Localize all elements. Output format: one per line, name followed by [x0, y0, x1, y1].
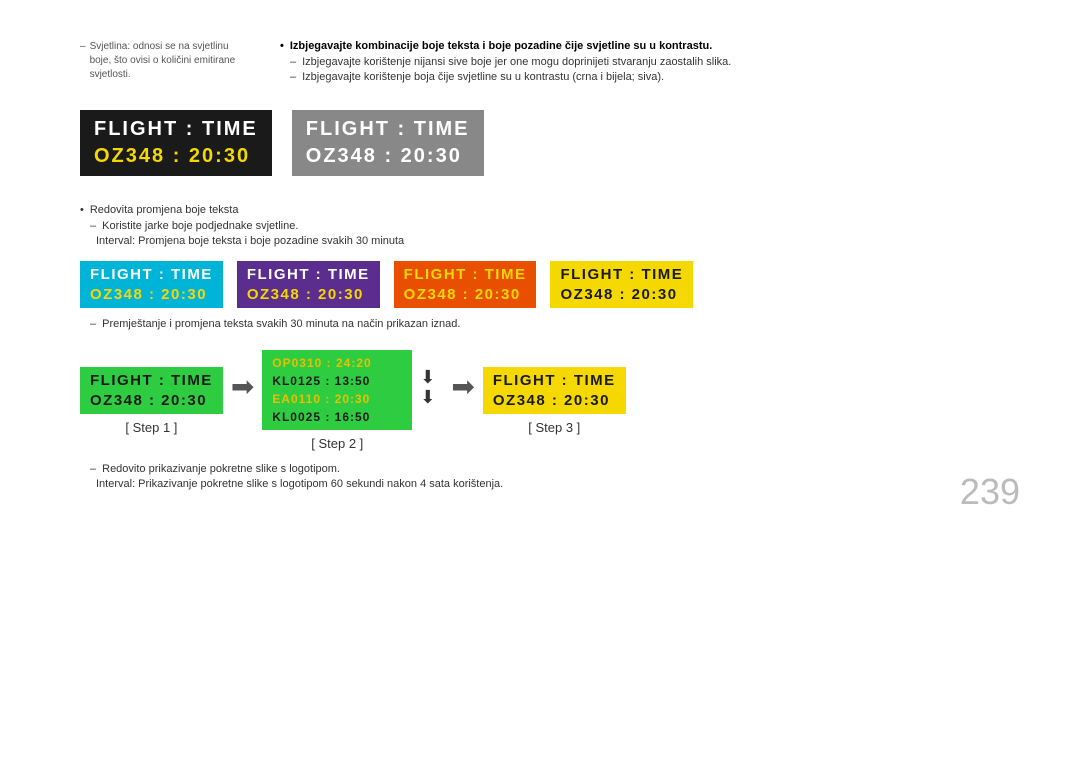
display-gray-row1: FLIGHT : TIME: [306, 118, 470, 141]
side-note-text: Svjetlina: odnosi se na svjetlinu boje, …: [90, 40, 240, 82]
display-gray-box: FLIGHT : TIME OZ348 : 20:30: [292, 110, 484, 176]
display-black-row1: FLIGHT : TIME: [94, 118, 258, 141]
step2-block: OP0310 : 24:20 KL0125 : 13:50 EA0110 : 2…: [262, 350, 412, 451]
page-number: 239: [960, 471, 1020, 513]
display-cyan-row2: OZ348 : 20:30: [90, 286, 213, 303]
bottom-note-2: Interval: Prikazivanje pokretne slike s …: [80, 478, 1000, 490]
bullet-s2-1: • Redovita promjena boje teksta: [80, 204, 1000, 216]
step3-row1: FLIGHT : TIME: [493, 372, 616, 389]
note-premjestanje-text: Premještanje i promjena teksta svakih 30…: [102, 318, 460, 330]
dash-s2-1: – Koristite jarke boje podjednake svjetl…: [80, 220, 1000, 232]
dash-2-icon: –: [290, 71, 296, 83]
dash-1-icon: –: [290, 56, 296, 68]
bottom-text1: Redovito prikazivanje pokretne slike s l…: [102, 463, 340, 475]
side-note: – Svjetlina: odnosi se na svjetlinu boje…: [80, 40, 240, 86]
dash-2-text: Izbjegavajte korištenje boja čije svjetl…: [302, 71, 664, 83]
arrow-3-icon: ➡: [451, 370, 474, 403]
multicolor-display-row: FLIGHT : TIME OZ348 : 20:30 FLIGHT : TIM…: [80, 261, 1000, 308]
dash-s2-2: Interval: Promjena boje teksta i boje po…: [80, 235, 1000, 247]
dash-s2-icon: –: [90, 220, 96, 232]
step1-label: [ Step 1 ]: [125, 420, 177, 435]
step2-display: OP0310 : 24:20 KL0125 : 13:50 EA0110 : 2…: [262, 350, 412, 430]
arrow-1-icon: ➡: [231, 370, 254, 403]
main-notes: • Izbjegavajte kombinacije boje teksta i…: [280, 40, 1000, 86]
display-yellow-row1: FLIGHT : TIME: [560, 266, 683, 283]
note-premjestanje: – Premještanje i promjena teksta svakih …: [80, 318, 1000, 330]
display-yellow-box: FLIGHT : TIME OZ348 : 20:30: [550, 261, 693, 308]
step3-display: FLIGHT : TIME OZ348 : 20:30: [483, 367, 626, 414]
bullet-1-text: Izbjegavajte kombinacije boje teksta i b…: [290, 40, 712, 52]
top-display-section: FLIGHT : TIME OZ348 : 20:30 FLIGHT : TIM…: [80, 110, 1000, 176]
bullet-s2-icon: •: [80, 204, 84, 216]
dash-note-2: – Izbjegavajte korištenje boja čije svje…: [280, 71, 1000, 83]
display-black-box: FLIGHT : TIME OZ348 : 20:30: [80, 110, 272, 176]
display-purple-row1: FLIGHT : TIME: [247, 266, 370, 283]
display-black-row2: OZ348 : 20:30: [94, 145, 258, 168]
display-cyan-box: FLIGHT : TIME OZ348 : 20:30: [80, 261, 223, 308]
bottom-text2: Interval: Prikazivanje pokretne slike s …: [96, 478, 503, 490]
page-container: – Svjetlina: odnosi se na svjetlinu boje…: [0, 0, 1080, 533]
bottom-notes: – Redovito prikazivanje pokretne slike s…: [80, 463, 1000, 490]
step3-row2: OZ348 : 20:30: [493, 392, 616, 409]
dash-1-text: Izbjegavajte korištenje nijansi sive boj…: [302, 56, 731, 68]
bullet-s2-text: Redovita promjena boje teksta: [90, 204, 239, 216]
display-gray-row2: OZ348 : 20:30: [306, 145, 470, 168]
step1-row2: OZ348 : 20:30: [90, 392, 213, 409]
side-note-dash: –: [80, 40, 86, 82]
display-purple-row2: OZ348 : 20:30: [247, 286, 370, 303]
dash-note-1: – Izbjegavajte korištenje nijansi sive b…: [280, 56, 1000, 68]
display-yellow-row2: OZ348 : 20:30: [560, 286, 683, 303]
display-orange-box: FLIGHT : TIME OZ348 : 20:30: [394, 261, 537, 308]
bullet-1-icon: •: [280, 40, 284, 52]
dash-s2-text1: Koristite jarke boje podjednake svjetlin…: [102, 220, 298, 232]
step1-display: FLIGHT : TIME OZ348 : 20:30: [80, 367, 223, 414]
step3-block: FLIGHT : TIME OZ348 : 20:30 [ Step 3 ]: [483, 367, 626, 435]
step1-row1: FLIGHT : TIME: [90, 372, 213, 389]
bottom-dash-icon: –: [90, 463, 96, 475]
step2-row2: EA0110 : 20:30: [272, 390, 402, 408]
bottom-note-1: – Redovito prikazivanje pokretne slike s…: [80, 463, 1000, 475]
arrow-2-container: ⬇ ⬇: [420, 368, 435, 406]
step1-block: FLIGHT : TIME OZ348 : 20:30 [ Step 1 ]: [80, 367, 223, 435]
arrow-down-1-icon: ⬇: [420, 368, 435, 386]
arrow-down-2-icon: ⬇: [420, 388, 435, 406]
step2-label: [ Step 2 ]: [311, 436, 363, 451]
display-purple-box: FLIGHT : TIME OZ348 : 20:30: [237, 261, 380, 308]
section2-notes: • Redovita promjena boje teksta – Korist…: [80, 204, 1000, 247]
top-notes-section: – Svjetlina: odnosi se na svjetlinu boje…: [80, 40, 1000, 86]
dash-s2-text2: Interval: Promjena boje teksta i boje po…: [96, 235, 404, 247]
display-orange-row2: OZ348 : 20:30: [404, 286, 527, 303]
bullet-note-1: • Izbjegavajte kombinacije boje teksta i…: [280, 40, 1000, 52]
steps-section: FLIGHT : TIME OZ348 : 20:30 [ Step 1 ] ➡…: [80, 350, 1000, 451]
step2-row1: KL0125 : 13:50: [272, 372, 402, 390]
step2-row3: KL0025 : 16:50: [272, 408, 402, 426]
step2-row0: OP0310 : 24:20: [272, 354, 402, 372]
note-premjestanje-dash: –: [90, 318, 96, 330]
display-orange-row1: FLIGHT : TIME: [404, 266, 527, 283]
step3-label: [ Step 3 ]: [528, 420, 580, 435]
display-cyan-row1: FLIGHT : TIME: [90, 266, 213, 283]
